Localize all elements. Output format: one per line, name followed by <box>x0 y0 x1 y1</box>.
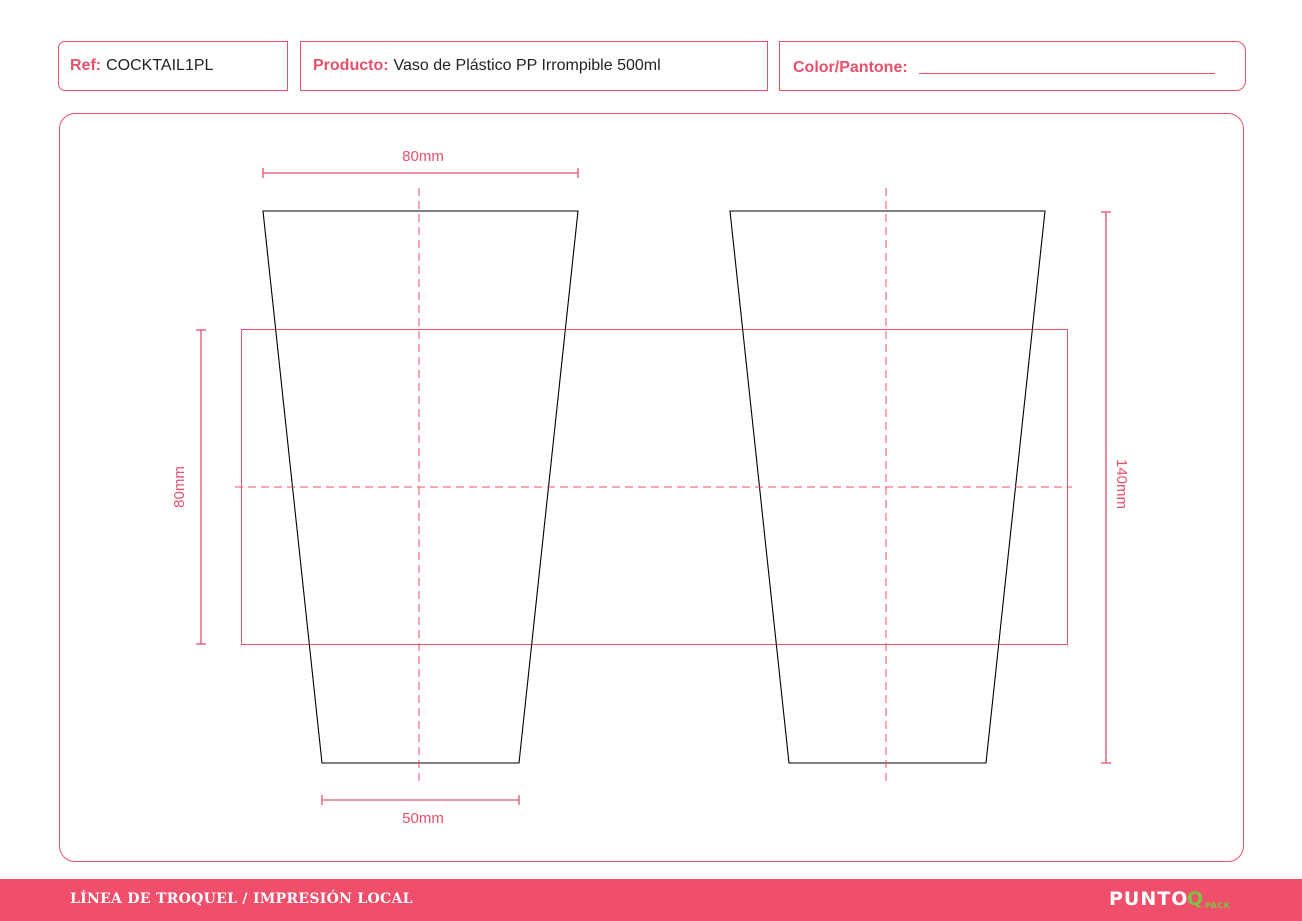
dimension-top-width <box>262 168 579 178</box>
dim-label-print-height: 80mm <box>171 466 188 508</box>
dim-label-top-width: 80mm <box>402 148 444 165</box>
footer-bar: LÍNEA DE TROQUEL / IMPRESIÓN LOCAL PUNTO… <box>0 879 1302 921</box>
die-line-diagram: 80mm 50mm 80mm 140mm <box>171 148 1130 827</box>
footer-title: LÍNEA DE TROQUEL / IMPRESIÓN LOCAL <box>70 891 413 907</box>
logo-subtitle: PACK <box>1205 901 1231 910</box>
dim-label-total-height: 140mm <box>1113 459 1130 509</box>
dimension-bottom-width <box>321 795 520 805</box>
dim-label-bottom-width: 50mm <box>402 810 444 827</box>
logo-q-letter: Q <box>1187 888 1204 910</box>
dimension-print-height <box>196 329 206 645</box>
dimension-total-height <box>1101 211 1111 764</box>
logo-wordmark: PUNTO <box>1109 888 1189 910</box>
